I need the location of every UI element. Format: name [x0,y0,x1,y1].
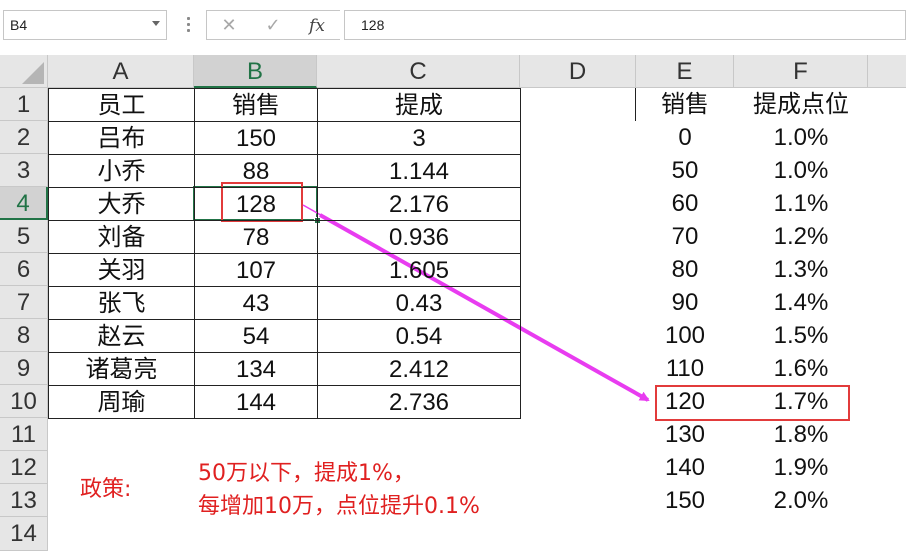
lookup-cell-r11-c1[interactable]: 1.8% [734,418,868,451]
worksheet-grid[interactable]: A B C D E F 1 2 3 4 5 6 7 8 9 10 11 12 1… [0,55,906,551]
lookup-header-0[interactable]: 销售 [636,88,734,121]
column-header-c[interactable]: C [317,55,520,88]
row-header-12[interactable]: 12 [0,451,48,484]
main-table-cell-r9-c0[interactable]: 诸葛亮 [48,352,195,386]
policy-line-1: 50万以下，提成1%， [198,461,415,486]
main-table-cell-r2-c2[interactable]: 3 [317,121,521,155]
main-table-cell-r8-c1[interactable]: 54 [194,319,318,353]
main-table-cell-r5-c1[interactable]: 78 [194,220,318,254]
main-table-cell-r8-c0[interactable]: 赵云 [48,319,195,353]
row-header-3[interactable]: 3 [0,154,48,187]
row-header-11[interactable]: 11 [0,418,48,451]
row-header-14[interactable]: 14 [0,517,48,551]
main-table-cell-r5-c0[interactable]: 刘备 [48,220,195,254]
lookup-cell-r3-c1[interactable]: 1.0% [734,154,868,187]
formula-bar: B4 ✕ ✓ fx 128 [0,0,906,52]
lookup-cell-r8-c0[interactable]: 100 [636,319,734,352]
main-table-header-0[interactable]: 员工 [48,88,195,122]
lookup-cell-r8-c1[interactable]: 1.5% [734,319,868,352]
main-table-cell-r7-c1[interactable]: 43 [194,286,318,320]
row-header-4[interactable]: 4 [0,187,48,220]
formula-buttons: ✕ ✓ fx [206,10,340,40]
lookup-cell-r7-c1[interactable]: 1.4% [734,286,868,319]
lookup-cell-r10-c0[interactable]: 120 [636,385,734,418]
drag-handle-icon[interactable] [178,14,198,36]
name-box[interactable]: B4 [3,10,167,40]
main-table-cell-r3-c1[interactable]: 88 [194,154,318,188]
formula-input[interactable]: 128 [344,10,906,40]
column-header-b[interactable]: B [194,55,317,88]
row-header-9[interactable]: 9 [0,352,48,385]
row-header-8[interactable]: 8 [0,319,48,352]
row-header-5[interactable]: 5 [0,220,48,253]
policy-label: 政策: [80,477,132,502]
lookup-cell-r5-c1[interactable]: 1.2% [734,220,868,253]
main-table-cell-r5-c2[interactable]: 0.936 [317,220,521,254]
lookup-cell-r13-c1[interactable]: 2.0% [734,484,868,517]
main-table-cell-r8-c2[interactable]: 0.54 [317,319,521,353]
formula-input-value: 128 [361,17,385,33]
main-table-header-1[interactable]: 销售 [194,88,318,122]
lookup-cell-r9-c1[interactable]: 1.6% [734,352,868,385]
column-header-f[interactable]: F [734,55,868,88]
main-table-cell-r2-c1[interactable]: 150 [194,121,318,155]
check-icon[interactable]: ✓ [259,14,287,38]
main-table-cell-r2-c0[interactable]: 吕布 [48,121,195,155]
row-header-13[interactable]: 13 [0,484,48,517]
policy-line-2: 每增加10万，点位提升0.1% [198,494,480,519]
main-table-cell-r10-c1[interactable]: 144 [194,385,318,419]
lookup-cell-r10-c1[interactable]: 1.7% [734,385,868,418]
lookup-cell-r12-c1[interactable]: 1.9% [734,451,868,484]
lookup-cell-r4-c0[interactable]: 60 [636,187,734,220]
lookup-cell-r13-c0[interactable]: 150 [636,484,734,517]
main-table-cell-r9-c2[interactable]: 2.412 [317,352,521,386]
lookup-cell-r2-c1[interactable]: 1.0% [734,121,868,154]
lookup-cell-r4-c1[interactable]: 1.1% [734,187,868,220]
row-header-10[interactable]: 10 [0,385,48,418]
column-header-a[interactable]: A [48,55,194,88]
column-header-d[interactable]: D [520,55,636,88]
lookup-cell-r6-c0[interactable]: 80 [636,253,734,286]
row-header-7[interactable]: 7 [0,286,48,319]
row-header-6[interactable]: 6 [0,253,48,286]
row-header-2[interactable]: 2 [0,121,48,154]
main-table-header-2[interactable]: 提成 [317,88,521,122]
main-table-cell-r6-c2[interactable]: 1.605 [317,253,521,287]
chevron-down-icon[interactable] [152,21,160,26]
main-table-cell-r3-c2[interactable]: 1.144 [317,154,521,188]
lookup-cell-r9-c0[interactable]: 110 [636,352,734,385]
main-table-cell-r3-c0[interactable]: 小乔 [48,154,195,188]
main-table-cell-r9-c1[interactable]: 134 [194,352,318,386]
lookup-cell-r5-c0[interactable]: 70 [636,220,734,253]
main-table-cell-r6-c0[interactable]: 关羽 [48,253,195,287]
lookup-cell-r3-c0[interactable]: 50 [636,154,734,187]
lookup-cell-r7-c0[interactable]: 90 [636,286,734,319]
column-header-e[interactable]: E [636,55,734,88]
fx-icon[interactable]: fx [303,14,331,38]
lookup-cell-r11-c0[interactable]: 130 [636,418,734,451]
select-all-corner[interactable] [0,55,48,88]
main-table-cell-r4-c2[interactable]: 2.176 [317,187,521,221]
main-table-cell-r10-c2[interactable]: 2.736 [317,385,521,419]
row-header-1[interactable]: 1 [0,88,48,121]
main-table-cell-r7-c2[interactable]: 0.43 [317,286,521,320]
name-box-value: B4 [10,17,28,33]
main-table-cell-r4-c1[interactable]: 128 [194,187,318,221]
main-table-cell-r6-c1[interactable]: 107 [194,253,318,287]
column-header-next[interactable] [868,55,906,88]
lookup-cell-r2-c0[interactable]: 0 [636,121,734,154]
main-table-cell-r4-c0[interactable]: 大乔 [48,187,195,221]
main-table-cell-r7-c0[interactable]: 张飞 [48,286,195,320]
lookup-cell-r6-c1[interactable]: 1.3% [734,253,868,286]
main-table-cell-r10-c0[interactable]: 周瑜 [48,385,195,419]
lookup-cell-r12-c0[interactable]: 140 [636,451,734,484]
x-icon[interactable]: ✕ [215,14,243,38]
lookup-header-1[interactable]: 提成点位 [734,88,868,121]
